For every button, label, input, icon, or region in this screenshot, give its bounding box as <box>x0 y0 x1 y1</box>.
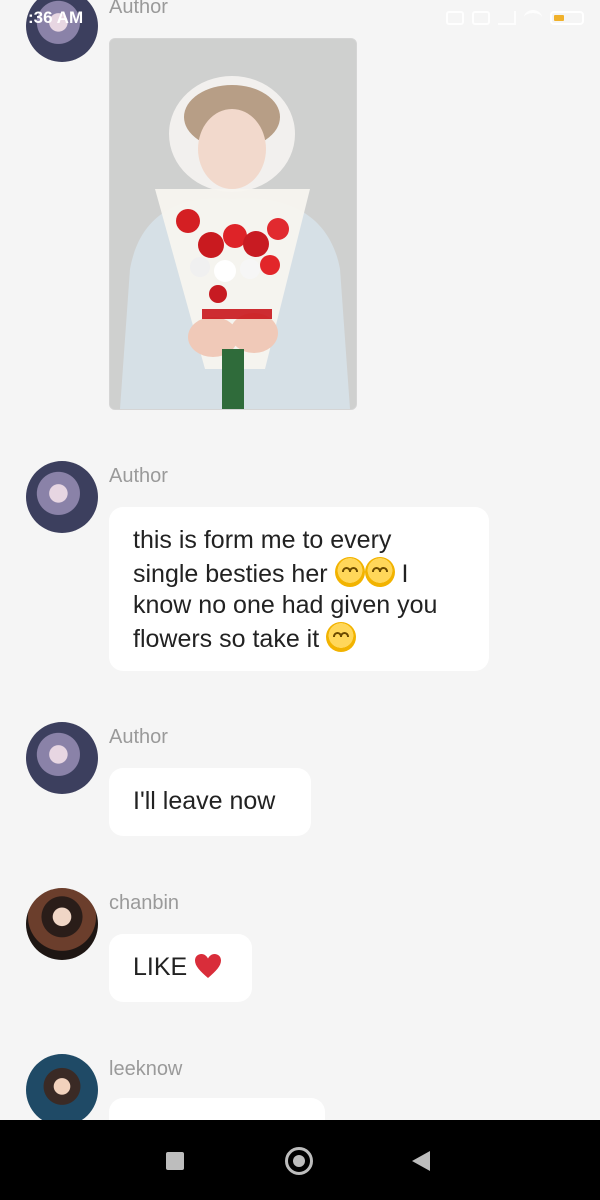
smiling-face-icon <box>334 556 365 587</box>
message-text: LIKE <box>133 953 188 981</box>
recent-apps-button[interactable] <box>166 1152 184 1170</box>
red-heart-icon <box>195 954 222 978</box>
status-icons <box>446 10 584 25</box>
system-navigation-bar <box>0 1120 600 1200</box>
wifi-icon <box>524 10 542 25</box>
message-text-line: single besties her I <box>133 556 465 591</box>
status-time: :36 AM <box>28 8 84 27</box>
signal-icon <box>498 10 516 25</box>
battery-icon <box>550 10 584 25</box>
message-bubble: this is form me to every single besties … <box>109 507 489 671</box>
smiling-face-icon <box>326 621 357 652</box>
message-text-line: know no one had given you <box>133 591 438 619</box>
leeknow-avatar[interactable] <box>26 1054 98 1126</box>
message-text-line: this is form me to every <box>133 526 392 554</box>
sender-name: Author <box>109 726 168 748</box>
message-text-fragment: I <box>401 559 409 588</box>
bouquet-photo-illustration <box>110 39 356 409</box>
message-text: I'll leave now <box>133 787 276 815</box>
sender-name: Author <box>109 465 168 487</box>
author-avatar[interactable] <box>26 722 98 794</box>
sender-name: Author <box>109 0 168 18</box>
home-button[interactable] <box>285 1147 313 1175</box>
sender-name: chanbin <box>109 892 180 914</box>
slightly-smiling-face-icon <box>364 556 395 587</box>
alarm-icon <box>446 10 464 25</box>
sim-icon <box>472 10 490 25</box>
author-avatar[interactable] <box>26 461 98 533</box>
message-bubble: I'll leave now <box>109 768 311 836</box>
shared-photo[interactable] <box>109 38 357 410</box>
message-bubble: LIKE <box>109 934 252 1002</box>
chanbin-avatar[interactable] <box>26 888 98 960</box>
back-button[interactable] <box>412 1151 430 1171</box>
sender-name: leeknow <box>109 1058 183 1080</box>
message-text-line: flowers so take it <box>133 621 465 656</box>
